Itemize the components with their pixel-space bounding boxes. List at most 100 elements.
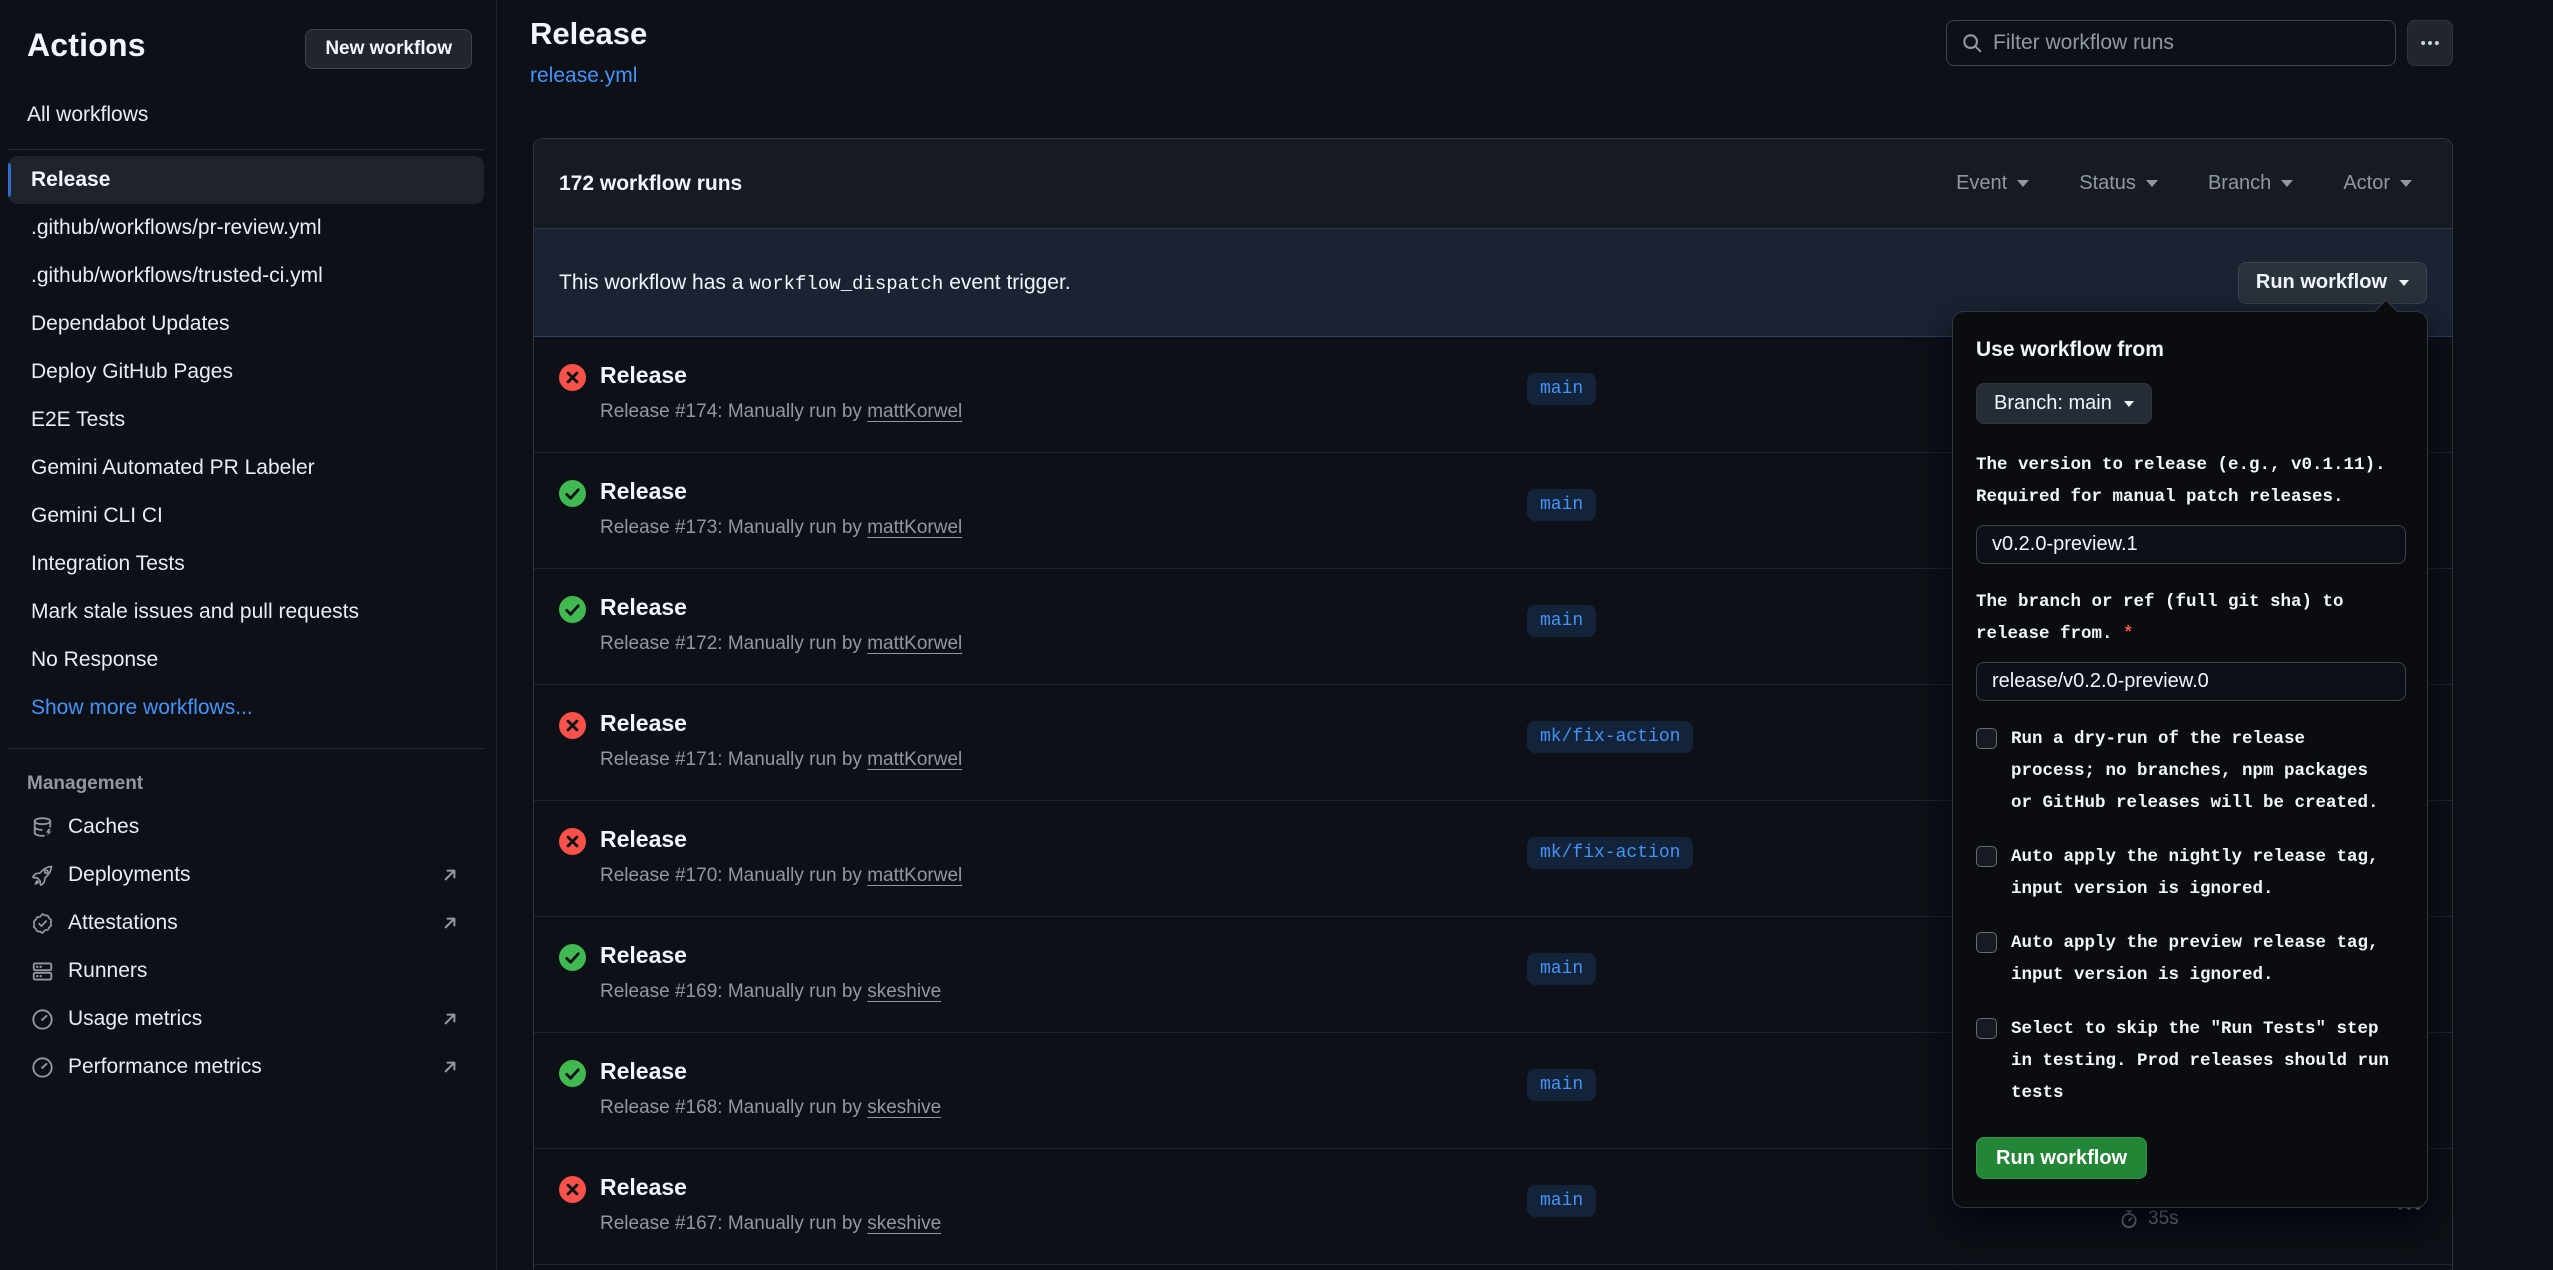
branch-badge[interactable]: mk/fix-action xyxy=(1527,837,1693,869)
sidebar-item-attestations[interactable]: Attestations xyxy=(8,899,484,947)
sidebar-item-usage-metrics[interactable]: Usage metrics xyxy=(8,995,484,1043)
branch-badge[interactable]: main xyxy=(1527,605,1596,637)
sidebar-item-all-workflows[interactable]: All workflows xyxy=(0,89,496,141)
run-title[interactable]: Release xyxy=(600,362,687,389)
checkbox[interactable] xyxy=(1976,1018,1997,1039)
workflow-file-link[interactable]: release.yml xyxy=(530,64,637,88)
sidebar-item-deploy-github-pages[interactable]: Deploy GitHub Pages xyxy=(8,348,484,396)
sidebar-item-label: Gemini CLI CI xyxy=(31,504,163,528)
sidebar-item-gemini-cli-ci[interactable]: Gemini CLI CI xyxy=(8,492,484,540)
branch-badge[interactable]: main xyxy=(1527,373,1596,405)
run-description: Release #173: Manually run by mattKorwel xyxy=(600,517,962,539)
run-workflow-submit-button[interactable]: Run workflow xyxy=(1976,1137,2147,1179)
sidebar-item-release[interactable]: Release xyxy=(8,156,484,204)
sidebar-item-label: Dependabot Updates xyxy=(31,312,230,336)
workflow-list: Release .github/workflows/pr-review.yml .g… xyxy=(0,156,496,732)
filter-status-button[interactable]: Status xyxy=(2079,172,2158,195)
sidebar-item-caches[interactable]: Caches xyxy=(8,803,484,851)
branch-badge[interactable]: main xyxy=(1527,1069,1596,1101)
sidebar-item-performance-metrics[interactable]: Performance metrics xyxy=(8,1043,484,1091)
caret-down-icon xyxy=(2281,180,2293,187)
actor-link[interactable]: skeshive xyxy=(867,1213,941,1234)
sidebar-item-label: Integration Tests xyxy=(31,552,185,576)
new-workflow-button[interactable]: New workflow xyxy=(305,29,472,69)
actor-link[interactable]: skeshive xyxy=(867,981,941,1002)
branch-select-button[interactable]: Branch: main xyxy=(1976,383,2152,424)
check-circle-icon xyxy=(559,944,586,971)
sidebar-item-label: Gemini Automated PR Labeler xyxy=(31,456,315,480)
arrow-up-right-icon xyxy=(440,1009,460,1029)
checkbox-label[interactable]: Select to skip the "Run Tests" step in t… xyxy=(2011,1013,2393,1109)
filter-workflow-runs-input[interactable] xyxy=(1993,31,2381,55)
run-title[interactable]: Release xyxy=(600,478,687,505)
sidebar-item-dependabot-updates[interactable]: Dependabot Updates xyxy=(8,300,484,348)
filter-branch-button[interactable]: Branch xyxy=(2208,172,2293,195)
sidebar-item-github-workflows-trusted-ci-yml[interactable]: .github/workflows/trusted-ci.yml xyxy=(8,252,484,300)
branch-badge[interactable]: main xyxy=(1527,1185,1596,1217)
verified-icon xyxy=(31,912,54,935)
actor-link[interactable]: skeshive xyxy=(867,1097,941,1118)
caret-down-icon xyxy=(2146,180,2158,187)
actor-link[interactable]: mattKorwel xyxy=(867,401,962,422)
runs-filters: Event Status Branch Actor xyxy=(1956,172,2412,195)
sidebar-item-label: .github/workflows/pr-review.yml xyxy=(31,216,322,240)
actor-link[interactable]: mattKorwel xyxy=(867,633,962,654)
run-description: Release #168: Manually run by skeshive xyxy=(600,1097,941,1119)
sidebar-item-show-more-workflows[interactable]: Show more workflows... xyxy=(8,684,484,732)
sidebar-item-no-response[interactable]: No Response xyxy=(8,636,484,684)
arrow-up-right-icon xyxy=(440,865,460,885)
sidebar-item-runners[interactable]: Runners xyxy=(8,947,484,995)
sidebar-item-label: Mark stale issues and pull requests xyxy=(31,600,359,624)
panel-input-branch-ref[interactable] xyxy=(1976,662,2406,701)
sidebar-item-label: Usage metrics xyxy=(68,1007,202,1031)
run-title[interactable]: Release xyxy=(600,1174,687,1201)
search-icon xyxy=(1961,32,1983,54)
meter-icon xyxy=(31,1008,54,1031)
sidebar-item-label: Runners xyxy=(68,959,147,983)
run-title[interactable]: Release xyxy=(600,942,687,969)
meter-icon xyxy=(31,1056,54,1079)
check-circle-icon xyxy=(559,1060,586,1087)
run-workflow-dropdown-button[interactable]: Run workflow xyxy=(2238,262,2427,304)
sidebar-item-e2e-tests[interactable]: E2E Tests xyxy=(8,396,484,444)
run-title[interactable]: Release xyxy=(600,1058,687,1085)
x-circle-icon xyxy=(559,828,586,855)
filter-event-button[interactable]: Event xyxy=(1956,172,2029,195)
checkbox-label[interactable]: Run a dry-run of the release process; no… xyxy=(2011,723,2393,819)
run-title[interactable]: Release xyxy=(600,594,687,621)
sidebar-item-deployments[interactable]: Deployments xyxy=(8,851,484,899)
sidebar-item-integration-tests[interactable]: Integration Tests xyxy=(8,540,484,588)
checkbox[interactable] xyxy=(1976,846,1997,867)
required-asterisk: * xyxy=(2113,624,2134,644)
checkbox-label[interactable]: Auto apply the preview release tag, inpu… xyxy=(2011,927,2393,991)
field-description: The version to release (e.g., v0.1.11). … xyxy=(1976,449,2404,513)
sidebar-item-gemini-automated-pr-labeler[interactable]: Gemini Automated PR Labeler xyxy=(8,444,484,492)
branch-badge[interactable]: main xyxy=(1527,953,1596,985)
filter-label: Event xyxy=(1956,172,2007,195)
sidebar-item-label: .github/workflows/trusted-ci.yml xyxy=(31,264,323,288)
filter-actor-button[interactable]: Actor xyxy=(2343,172,2412,195)
branch-badge[interactable]: mk/fix-action xyxy=(1527,721,1693,753)
checkbox[interactable] xyxy=(1976,728,1997,749)
workflow-options-button[interactable] xyxy=(2407,20,2453,66)
actor-link[interactable]: mattKorwel xyxy=(867,517,962,538)
panel-input-version[interactable] xyxy=(1976,525,2406,564)
sidebar-divider xyxy=(8,149,484,150)
run-title[interactable]: Release xyxy=(600,826,687,853)
checkbox[interactable] xyxy=(1976,932,1997,953)
checkbox-label[interactable]: Auto apply the nightly release tag, inpu… xyxy=(2011,841,2393,905)
actor-link[interactable]: mattKorwel xyxy=(867,865,962,886)
sidebar-item-label: Deployments xyxy=(68,863,191,887)
branch-badge[interactable]: main xyxy=(1527,489,1596,521)
run-description: Release #169: Manually run by skeshive xyxy=(600,981,941,1003)
server-icon xyxy=(31,960,54,983)
run-title[interactable]: Release xyxy=(600,710,687,737)
sidebar-item-github-workflows-pr-review-yml[interactable]: .github/workflows/pr-review.yml xyxy=(8,204,484,252)
panel-field: The branch or ref (full git sha) to rele… xyxy=(1976,586,2404,723)
field-description: The branch or ref (full git sha) to rele… xyxy=(1976,586,2404,650)
panel-title: Use workflow from xyxy=(1976,338,2404,362)
actor-link[interactable]: mattKorwel xyxy=(867,749,962,770)
panel-field: The version to release (e.g., v0.1.11). … xyxy=(1976,449,2404,586)
arrow-up-right-icon xyxy=(440,913,460,933)
sidebar-item-mark-stale-issues-and-pull-requests[interactable]: Mark stale issues and pull requests xyxy=(8,588,484,636)
